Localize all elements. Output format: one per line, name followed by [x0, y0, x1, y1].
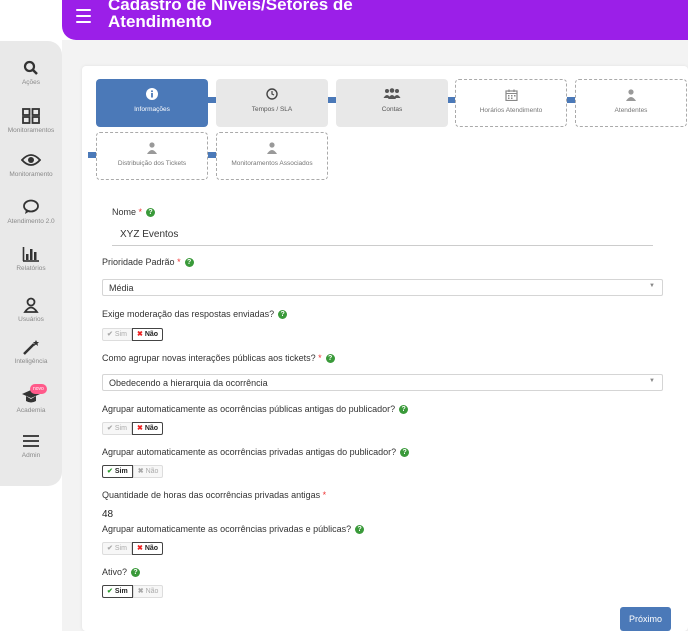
auto-privadas-label: Agrupar automaticamente as ocorrências p…: [102, 447, 410, 458]
caret-down-icon: ▼: [649, 283, 655, 289]
check-icon: ✔: [107, 588, 113, 595]
required-asterisk: *: [322, 490, 327, 500]
toggle-no[interactable]: ✖ Não: [132, 465, 164, 478]
sidebar: Ações Monitoramentos Monitoramento Atend…: [0, 41, 62, 486]
auto-mistas-toggle: ✔ Sim ✖ Não: [102, 542, 164, 555]
sidebar-item-admin[interactable]: Admin: [0, 433, 62, 460]
check-icon: ✔: [107, 331, 113, 338]
required-asterisk: *: [318, 353, 322, 363]
sidebar-item-acoes[interactable]: Ações: [0, 60, 62, 87]
moderacao-toggle: ✔ Sim ✖ Não: [102, 328, 164, 341]
agrupar-label: Como agrupar novas interações públicas a…: [102, 353, 335, 364]
help-icon[interactable]: ?: [278, 310, 288, 320]
help-icon[interactable]: ?: [400, 448, 410, 458]
menu-icon: [23, 435, 39, 447]
chat-icon: [23, 199, 39, 214]
step-monitoramentos-associados[interactable]: Monitoramentos Associados: [216, 132, 328, 180]
help-icon[interactable]: ?: [146, 208, 156, 218]
help-icon[interactable]: ?: [131, 568, 141, 578]
toggle-yes[interactable]: ✔ Sim: [102, 585, 133, 598]
auto-publicas-label: Agrupar automaticamente as ocorrências p…: [102, 404, 409, 415]
users-icon: [383, 88, 401, 99]
auto-publicas-toggle: ✔ Sim ✖ Não: [102, 422, 164, 435]
toggle-yes[interactable]: ✔ Sim: [102, 465, 133, 478]
calendar-icon: [504, 89, 518, 101]
help-icon[interactable]: ?: [325, 354, 335, 364]
step-atendentes[interactable]: Atendentes: [575, 79, 687, 127]
check-icon: ✔: [107, 468, 113, 475]
sidebar-item-academia[interactable]: novo Academia: [0, 384, 62, 415]
toggle-yes[interactable]: ✔ Sim: [102, 422, 132, 435]
header-bar: Cadastro de Níveis/Setores de Atendiment…: [62, 0, 688, 40]
cross-icon: ✖: [136, 425, 143, 432]
cross-icon: ✖: [136, 331, 143, 338]
clock-icon: [266, 88, 278, 100]
step-contas[interactable]: Contas: [336, 79, 448, 127]
step-connector: [447, 97, 455, 103]
ativo-label: Ativo??: [102, 567, 141, 578]
cross-icon: ✖: [137, 588, 144, 595]
page-title: Cadastro de Níveis/Setores de Atendiment…: [108, 0, 353, 31]
sidebar-item-relatorios[interactable]: Relatórios: [0, 246, 62, 273]
check-icon: ✔: [107, 425, 113, 432]
toggle-no[interactable]: ✖ Não: [131, 328, 164, 341]
user-icon: [267, 142, 277, 154]
nome-label: Nome *?: [112, 207, 156, 218]
step-tempos-sla[interactable]: Tempos / SLA: [216, 79, 328, 127]
help-icon[interactable]: ?: [399, 405, 409, 415]
nome-input[interactable]: XYZ Eventos: [112, 229, 653, 246]
step-informacoes[interactable]: Informações: [96, 79, 208, 127]
step-connector: [208, 152, 216, 158]
search-icon: [23, 60, 38, 75]
required-asterisk: *: [177, 257, 181, 267]
user-icon: [23, 297, 39, 313]
user-icon: [147, 142, 157, 154]
sidebar-item-usuarios[interactable]: Usuários: [0, 297, 62, 324]
agrupar-select[interactable]: Obedecendo a hierarquia da ocorrência ▼: [102, 374, 663, 391]
sidebar-item-monitoramentos[interactable]: Monitoramentos: [0, 108, 62, 135]
cross-icon: ✖: [136, 545, 143, 552]
sidebar-item-atendimento[interactable]: Atendimento 2.0: [0, 199, 62, 226]
check-icon: ✔: [107, 545, 113, 552]
next-button[interactable]: Próximo: [620, 607, 671, 631]
step-connector: [88, 152, 96, 158]
ativo-toggle: ✔ Sim ✖ Não: [102, 585, 164, 598]
step-connector: [328, 97, 336, 103]
help-icon[interactable]: ?: [184, 258, 194, 268]
bar-chart-icon: [22, 247, 39, 262]
toggle-yes[interactable]: ✔ Sim: [102, 328, 132, 341]
toggle-no[interactable]: ✖ Não: [132, 585, 164, 598]
info-icon: [146, 88, 158, 100]
sidebar-item-inteligencia[interactable]: Inteligência: [0, 339, 62, 366]
toggle-no[interactable]: ✖ Não: [131, 422, 164, 435]
caret-down-icon: ▼: [649, 378, 655, 384]
magic-wand-icon: [23, 340, 39, 355]
horas-label: Quantidade de horas das ocorrências priv…: [102, 490, 327, 500]
prioridade-label: Prioridade Padrão *?: [102, 257, 194, 268]
eye-icon: [21, 154, 41, 166]
auto-privadas-toggle: ✔ Sim ✖ Não: [102, 465, 164, 478]
toggle-yes[interactable]: ✔ Sim: [102, 542, 132, 555]
toggle-no[interactable]: ✖ Não: [131, 542, 164, 555]
hamburger-menu-icon[interactable]: [76, 9, 91, 27]
new-badge: novo: [30, 384, 47, 394]
required-asterisk: *: [138, 207, 143, 217]
help-icon[interactable]: ?: [355, 525, 365, 535]
step-connector: [208, 97, 216, 103]
cross-icon: ✖: [137, 468, 144, 475]
step-horarios-atendimento[interactable]: Horários Atendimento: [455, 79, 567, 127]
moderacao-label: Exige moderação das respostas enviadas??: [102, 309, 288, 320]
horas-input[interactable]: 48: [102, 509, 113, 520]
step-connector: [567, 97, 575, 103]
auto-mistas-label: Agrupar automaticamente as ocorrências p…: [102, 524, 365, 535]
sidebar-item-monitoramento[interactable]: Monitoramento: [0, 152, 62, 179]
user-icon: [626, 89, 636, 101]
grid-icon: [22, 108, 40, 124]
prioridade-select[interactable]: Média ▼: [102, 279, 663, 296]
step-distribuicao-tickets[interactable]: Distribuição dos Tickets: [96, 132, 208, 180]
